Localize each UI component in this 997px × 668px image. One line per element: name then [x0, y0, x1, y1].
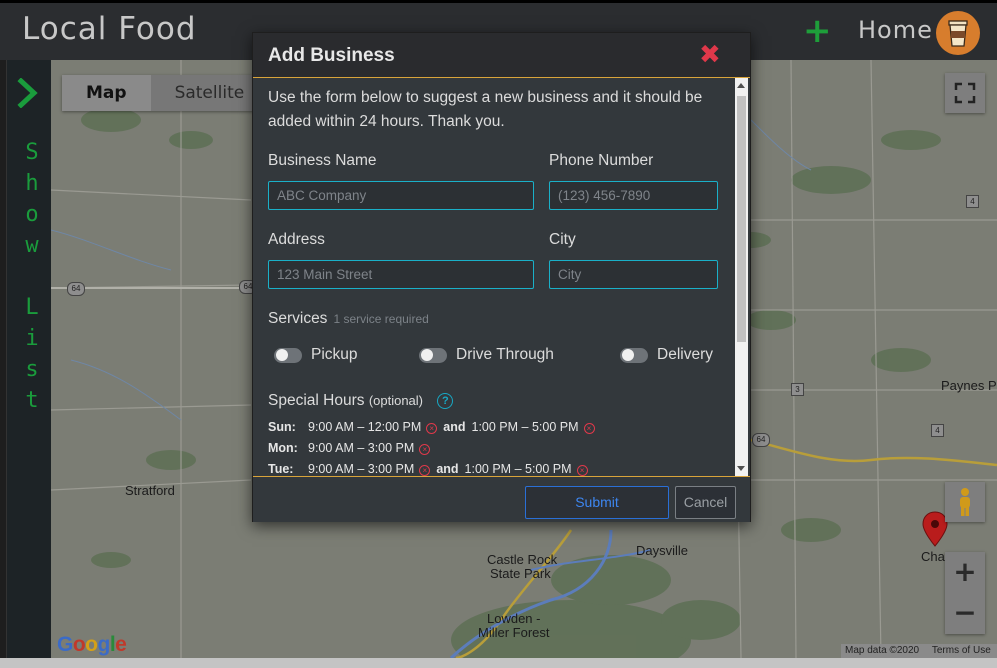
route-shield: 3 — [791, 383, 804, 396]
highway-shield: 64 — [67, 282, 85, 296]
route-shield: 4 — [966, 195, 979, 208]
delivery-label: Delivery — [657, 346, 713, 363]
sidebar-char: t — [25, 388, 39, 413]
hours-row: Mon: 9:00 AM – 3:00 PM × — [268, 441, 733, 455]
remove-hours-icon[interactable]: × — [576, 465, 588, 476]
services-required-note: 1 service required — [333, 312, 429, 326]
hours-range: 9:00 AM – 12:00 PM — [308, 420, 422, 434]
sidebar-char: S — [25, 140, 39, 165]
service-drive-through[interactable]: Drive Through — [419, 346, 554, 364]
map-label: Paynes P — [941, 378, 997, 393]
map-label: State Park — [490, 566, 551, 581]
drive-through-toggle[interactable] — [419, 347, 447, 363]
hours-range: 9:00 AM – 3:00 PM — [308, 462, 415, 476]
special-hours-heading: Special Hours (optional) ? — [268, 392, 454, 410]
business-name-input[interactable] — [268, 181, 534, 210]
zoom-in-button[interactable]: + — [945, 552, 985, 593]
remove-hours-icon[interactable]: × — [426, 423, 438, 434]
coffee-cup-icon[interactable] — [936, 11, 980, 55]
map-label: Castle Rock — [487, 552, 558, 567]
scroll-thumb[interactable] — [737, 96, 746, 342]
scroll-down-icon[interactable] — [737, 466, 745, 471]
submit-button[interactable]: Submit — [525, 486, 669, 519]
hours-day: Tue: — [268, 462, 294, 476]
hours-range: 9:00 AM – 3:00 PM — [308, 441, 415, 455]
fullscreen-icon[interactable] — [945, 73, 985, 113]
modal-title: Add Business — [268, 45, 395, 66]
route-shield: 4 — [931, 424, 944, 437]
services-label: Services — [268, 310, 328, 327]
services-heading: Services 1 service required — [268, 310, 429, 328]
map-label: Daysville — [636, 543, 689, 558]
modal-intro-text: Use the form below to suggest a new busi… — [268, 89, 703, 130]
service-pickup[interactable]: Pickup — [274, 346, 358, 364]
map-type-satellite-tab[interactable]: Satellite — [150, 75, 269, 111]
map-type-map-tab[interactable]: Map — [62, 75, 151, 111]
hours-day: Mon: — [268, 441, 298, 455]
map-label: Lowden - — [487, 611, 541, 626]
hours-range: 1:00 PM – 5:00 PM — [464, 462, 572, 476]
terms-of-use-link[interactable]: Terms of Use — [932, 645, 991, 656]
business-name-label: Business Name — [268, 152, 377, 169]
map-label: Miller Forest — [478, 625, 550, 640]
hours-row: Tue: 9:00 AM – 3:00 PM × and 1:00 PM – 5:00 … — [268, 462, 733, 476]
sidebar-char: s — [25, 357, 39, 382]
hours-range: 1:00 PM – 5:00 PM — [471, 420, 579, 434]
highway-shield: 64 — [752, 433, 770, 447]
pickup-toggle[interactable] — [274, 347, 302, 363]
modal-header: Add Business ✖ — [253, 33, 750, 78]
modal-scrollbar[interactable] — [735, 78, 748, 476]
chevron-right-icon[interactable] — [17, 78, 39, 108]
phone-number-input[interactable] — [549, 181, 718, 210]
address-input[interactable] — [268, 260, 534, 289]
zoom-out-button[interactable]: − — [945, 593, 985, 634]
close-icon[interactable]: ✖ — [699, 42, 721, 68]
zoom-control: + − — [945, 552, 985, 634]
special-hours-optional: (optional) — [368, 393, 424, 408]
pegman-icon[interactable] — [945, 482, 985, 522]
google-logo: Google — [57, 633, 127, 656]
city-label: City — [549, 231, 576, 248]
pickup-label: Pickup — [311, 346, 358, 363]
map-type-control: Map Satellite — [62, 75, 269, 111]
city-input[interactable] — [549, 260, 718, 289]
add-business-plus-icon[interactable]: + — [803, 14, 832, 48]
hours-row: Sun: 9:00 AM – 12:00 PM × and 1:00 PM – 5:00… — [268, 420, 733, 434]
remove-hours-icon[interactable]: × — [583, 423, 595, 434]
hours-day: Sun: — [268, 420, 296, 434]
scroll-up-icon[interactable] — [737, 83, 745, 88]
sidebar-char: L — [25, 295, 39, 320]
sidebar-char: h — [25, 171, 39, 196]
help-icon[interactable]: ? — [437, 393, 454, 409]
map-label: Stratford — [125, 483, 175, 498]
cancel-button[interactable]: Cancel — [675, 486, 736, 519]
modal-body[interactable]: Use the form below to suggest a new busi… — [253, 78, 733, 476]
special-hours-label: Special Hours — [268, 392, 365, 409]
phone-number-label: Phone Number — [549, 152, 654, 169]
delivery-toggle[interactable] — [620, 347, 648, 363]
home-link[interactable]: Home — [858, 16, 933, 44]
service-delivery[interactable]: Delivery — [620, 346, 713, 364]
map-data-label: Map data ©2020 — [845, 645, 920, 656]
show-list-sidebar[interactable]: S h o w L i s t — [6, 60, 52, 658]
modal-footer: Submit Cancel — [253, 476, 750, 522]
bottom-strip — [0, 658, 997, 668]
drive-through-label: Drive Through — [456, 346, 554, 363]
map-attribution: Map data ©2020 Terms of Use — [841, 644, 997, 658]
add-business-modal: Add Business ✖ Use the form below to sug… — [252, 32, 751, 522]
remove-hours-icon[interactable]: × — [419, 465, 431, 476]
sidebar-char: o — [25, 202, 39, 227]
brand-title[interactable]: Local Food — [22, 11, 197, 47]
map-label: Cha — [921, 549, 945, 564]
sidebar-char: w — [25, 233, 39, 258]
hours-and: and — [436, 462, 459, 476]
sidebar-char: i — [25, 326, 39, 351]
show-list-label[interactable]: S h o w L i s t — [22, 137, 42, 416]
address-label: Address — [268, 231, 325, 248]
remove-hours-icon[interactable]: × — [419, 444, 431, 455]
hours-and: and — [443, 420, 466, 434]
